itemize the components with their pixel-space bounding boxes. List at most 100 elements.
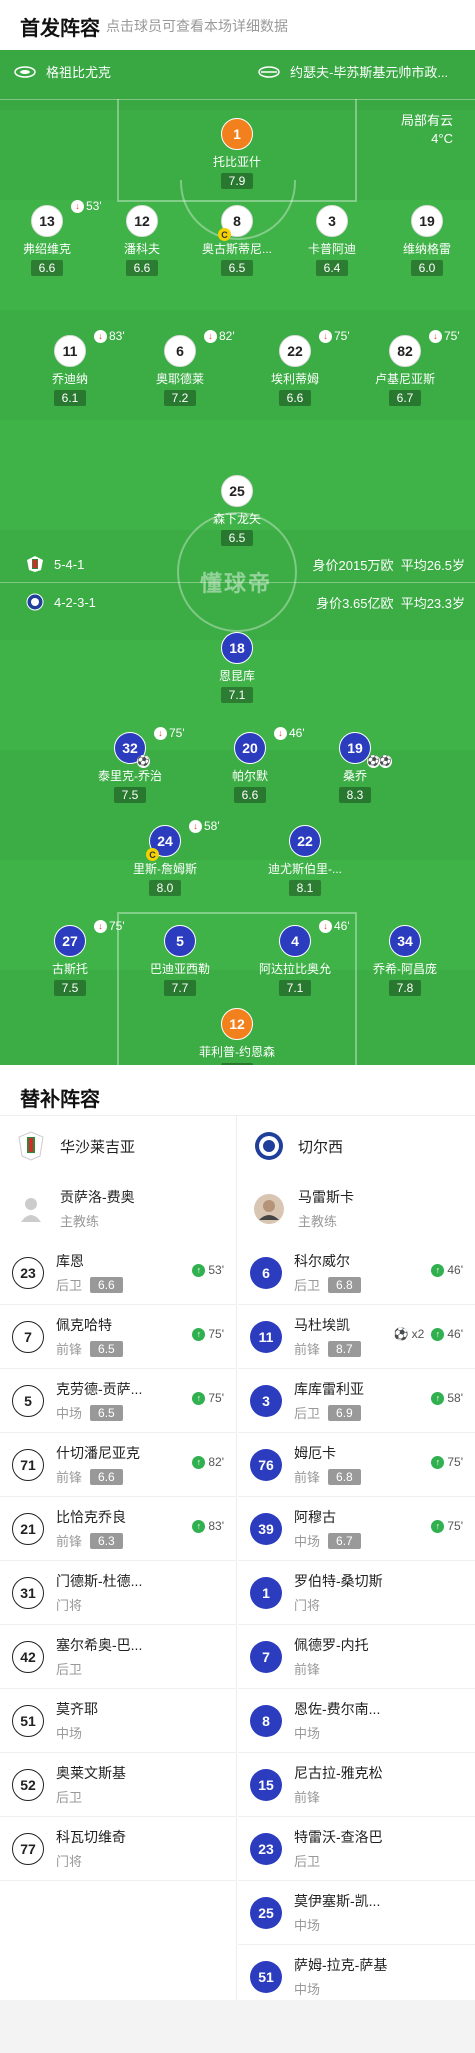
sub-player-meta: 前锋 8.7 <box>294 1339 361 1358</box>
player-home[interactable]: 11 ↓ 83' 乔迪纳 6.1 <box>10 329 130 407</box>
away-coach-role: 主教练 <box>298 1214 338 1229</box>
player-rating: 6.6 <box>278 390 312 406</box>
home-formation: 5-4-1 <box>26 555 84 573</box>
away-team-header[interactable]: 切尔西 <box>238 1116 475 1176</box>
sub-player-name: 比恰克乔良 <box>56 1509 126 1525</box>
player-number: 22 <box>297 833 313 849</box>
player-away[interactable]: 27 ↓ 75' 古斯托 7.5 <box>10 919 130 997</box>
player-name: 乔迪纳 <box>51 372 88 386</box>
sub-player-meta: 后卫 6.8 <box>294 1275 361 1294</box>
player-away[interactable]: 19 ⚽ ⚽ 桑乔 8.3 <box>295 732 415 804</box>
sub-player-position: 中场 <box>294 1534 321 1549</box>
sub-player-row[interactable]: 7 佩德罗-内托 前锋 <box>238 1625 475 1689</box>
sub-minute: 75' <box>208 1391 224 1405</box>
away-avg-age: 平均23.3岁 <box>400 596 465 611</box>
home-formation-value: 5-4-1 <box>54 556 85 572</box>
sub-player-info: 恩佐-费尔南... 中场 <box>294 1699 380 1742</box>
player-home[interactable]: 22 ↓ 75' 埃利蒂姆 6.6 <box>235 329 355 407</box>
sub-player-info: 佩克哈特 前锋 6.5 <box>56 1315 123 1358</box>
jersey-number: 31 <box>12 1576 44 1609</box>
jersey-number: 1 <box>221 118 253 150</box>
sub-player-row[interactable]: 25 莫伊塞斯-凯... 中场 <box>238 1881 475 1945</box>
player-away[interactable]: 24 C ↓ 58' 里斯-詹姆斯 8.0 <box>105 819 225 897</box>
jersey-number: 18 <box>221 632 253 664</box>
jersey-number: 15 <box>250 1768 282 1801</box>
player-rating: 7.8 <box>388 980 422 996</box>
sub-player-row[interactable]: 1 罗伯特-桑切斯 门将 <box>238 1561 475 1625</box>
player-away[interactable]: 18 恩昆库 7.1 <box>177 632 297 704</box>
player-name: 奥耶德莱 <box>155 372 204 386</box>
jersey-number: 23 <box>250 1832 282 1865</box>
sub-minute: 58' <box>447 1391 463 1405</box>
sub-event: ↑ 58' <box>431 1391 463 1405</box>
sub-player-meta: 前锋 6.8 <box>294 1467 361 1486</box>
home-coach[interactable]: 贡萨洛-费奥 主教练 <box>0 1176 236 1241</box>
player-home[interactable]: 6 ↓ 82' 奥耶德莱 7.2 <box>120 329 240 407</box>
sub-player-name: 克劳德-贡萨... <box>56 1381 143 1397</box>
jersey-number: 39 <box>250 1512 282 1545</box>
player-away[interactable]: 22 迪尤斯伯里-... 8.1 <box>245 825 365 897</box>
sub-player-position: 前锋 <box>294 1342 321 1357</box>
sub-player-row[interactable]: 8 恩佐-费尔南... 中场 <box>238 1689 475 1753</box>
sub-player-row[interactable]: 21 比恰克乔良 前锋 6.3 ↑ 83' <box>0 1497 236 1561</box>
sub-player-meta: 前锋 6.5 <box>56 1339 123 1358</box>
player-home[interactable]: 25 森下龙矢 6.5 <box>177 475 297 547</box>
sub-off-info: ↓ 75' <box>429 329 460 343</box>
sub-player-row[interactable]: 6 科尔威尔 后卫 6.8 ↑ 46' <box>238 1241 475 1305</box>
player-rating: 6.7 <box>388 390 422 406</box>
goal-count: x2 <box>411 1327 425 1341</box>
sub-player-row[interactable]: 71 什切潘尼亚克 前锋 6.6 ↑ 82' <box>0 1433 236 1497</box>
sub-player-row[interactable]: 51 莫齐耶 中场 <box>0 1689 236 1753</box>
away-coach[interactable]: 马雷斯卡 主教练 <box>238 1176 475 1241</box>
jersey-number: 32 ⚽ <box>114 732 150 768</box>
home-team-logo-icon <box>27 556 43 572</box>
sub-minute: 75' <box>208 1327 224 1341</box>
jersey-number: 12 <box>126 205 158 237</box>
sub-out-icon: ↓ <box>204 329 217 343</box>
player-away[interactable]: 20 ↓ 46' 帕尔默 6.6 <box>190 726 310 804</box>
sub-player-rating: 6.8 <box>328 1468 361 1485</box>
sub-player-meta: 后卫 <box>56 1659 142 1678</box>
player-home[interactable]: 19 维纳格雷 6.0 <box>367 205 475 277</box>
player-number: 34 <box>397 933 413 949</box>
goal-ball-icon: ⚽ <box>393 1327 409 1341</box>
sub-player-row[interactable]: 3 库库雷利亚 后卫 6.9 ↑ 58' <box>238 1369 475 1433</box>
subs-title: 替补阵容 <box>20 1089 100 1111</box>
sub-event: ↑ 75' <box>192 1327 224 1341</box>
sub-player-meta: 前锋 6.3 <box>56 1531 126 1550</box>
sub-player-row[interactable]: 31 门德斯-杜德... 门将 <box>0 1561 236 1625</box>
sub-player-row[interactable]: 52 奥莱文斯基 后卫 <box>0 1753 236 1817</box>
sub-player-row[interactable]: 7 佩克哈特 前锋 6.5 ↑ 75' <box>0 1305 236 1369</box>
sub-player-position: 中场 <box>294 1918 321 1933</box>
sub-player-row[interactable]: 42 塞尔希奥-巴... 后卫 <box>0 1625 236 1689</box>
sub-player-position: 前锋 <box>294 1470 321 1485</box>
player-away[interactable]: 4 ↓ 46' 阿达拉比奥允 7.1 <box>235 919 355 997</box>
sub-event: ↑ 75' <box>431 1519 463 1533</box>
player-away[interactable]: 12菲利普-约恩森6.9 <box>177 1008 297 1065</box>
player-away[interactable]: 34 乔希-阿昌庞 7.8 <box>345 925 465 997</box>
sub-player-position: 后卫 <box>56 1662 83 1677</box>
sub-player-row[interactable]: 11 马杜埃凯 前锋 8.7 ⚽ x2 ↑ 46' <box>238 1305 475 1369</box>
player-away[interactable]: 5 巴迪亚西勒 7.7 <box>120 925 240 997</box>
player-away[interactable]: 32 ⚽ ↓ 75' 泰里克-乔治 7.5 <box>70 726 190 804</box>
jersey-number: 8C <box>218 205 253 241</box>
sub-player-row[interactable]: 15 尼古拉-雅克松 前锋 <box>238 1753 475 1817</box>
player-home[interactable]: 82 ↓ 75' 卢基尼亚斯 6.7 <box>345 329 465 407</box>
sub-player-row[interactable]: 23 库恩 后卫 6.6 ↑ 53' <box>0 1241 236 1305</box>
home-team-name: 华沙莱吉亚 <box>60 1138 136 1156</box>
away-team-name: 切尔西 <box>298 1138 344 1156</box>
sub-player-rating: 8.7 <box>328 1340 361 1357</box>
sub-player-meta: 前锋 6.6 <box>56 1467 140 1486</box>
sub-player-info: 科瓦切维奇 门将 <box>56 1827 126 1870</box>
sub-player-row[interactable]: 39 阿穆古 中场 6.7 ↑ 75' <box>238 1497 475 1561</box>
sub-player-row[interactable]: 77 科瓦切维奇 门将 <box>0 1817 236 1881</box>
sub-player-name: 马杜埃凯 <box>294 1317 350 1333</box>
sub-player-row[interactable]: 23 特雷沃-查洛巴 后卫 <box>238 1817 475 1881</box>
player-home[interactable]: 1 托比亚什 7.9 <box>177 118 297 190</box>
sub-player-rating: 6.6 <box>90 1468 123 1485</box>
sub-player-row[interactable]: 76 姆厄卡 前锋 6.8 ↑ 75' <box>238 1433 475 1497</box>
player-rating: 8.1 <box>288 880 322 896</box>
home-team-header[interactable]: 华沙莱吉亚 <box>0 1116 236 1176</box>
sub-player-info: 特雷沃-查洛巴 后卫 <box>294 1827 383 1870</box>
sub-player-row[interactable]: 5 克劳德-贡萨... 中场 6.5 ↑ 75' <box>0 1369 236 1433</box>
